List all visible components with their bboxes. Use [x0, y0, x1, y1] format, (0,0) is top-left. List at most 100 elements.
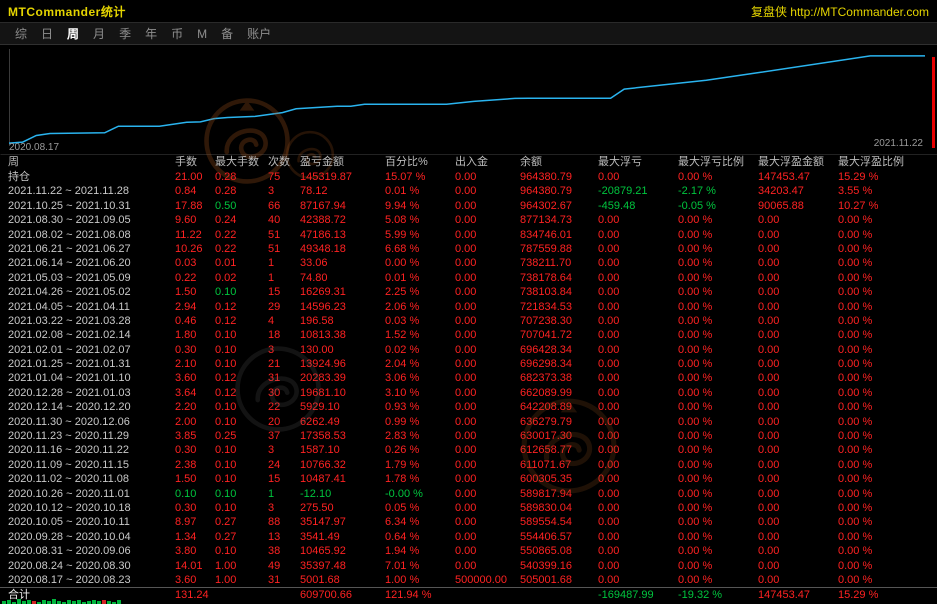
value-cell: 0.00 — [598, 443, 678, 457]
value-cell: 0.00 — [758, 573, 838, 587]
value-cell: 147453.47 — [758, 170, 838, 184]
table-row[interactable]: 2020.08.24 ~ 2020.08.3014.011.004935397.… — [0, 559, 937, 573]
value-cell: 0.00 % — [838, 386, 937, 400]
table-row[interactable]: 2021.08.02 ~ 2021.08.0811.220.225147186.… — [0, 228, 937, 242]
value-cell: 34203.47 — [758, 184, 838, 198]
period-cell: 2021.06.21 ~ 2021.06.27 — [8, 242, 175, 256]
value-cell: 0.00 — [455, 544, 520, 558]
value-cell: 3.64 — [175, 386, 215, 400]
value-cell: 38 — [268, 544, 300, 558]
chart-end-date: 2021.11.22 — [874, 138, 923, 149]
table-row[interactable]: 2020.08.17 ~ 2020.08.233.601.00315001.68… — [0, 573, 937, 587]
table-row[interactable]: 2021.05.03 ~ 2021.05.090.220.02174.800.0… — [0, 271, 937, 285]
table-row[interactable]: 2020.10.05 ~ 2020.10.118.970.278835147.9… — [0, 515, 937, 529]
value-cell: -0.00 % — [385, 487, 455, 501]
value-cell: 707238.30 — [520, 314, 598, 328]
table-row[interactable]: 2021.10.25 ~ 2021.10.3117.880.506687167.… — [0, 199, 937, 213]
table-body: 持仓21.000.2875145319.8715.07 %0.00964380.… — [0, 170, 937, 587]
value-cell: 0.00 % — [678, 371, 758, 385]
period-cell: 2020.08.17 ~ 2020.08.23 — [8, 573, 175, 587]
value-cell: 0.00 % — [678, 573, 758, 587]
table-row[interactable]: 2021.03.22 ~ 2021.03.280.460.124196.580.… — [0, 314, 937, 328]
value-cell: 1.00 — [215, 559, 268, 573]
menu-item-季[interactable]: 季 — [112, 23, 138, 44]
brand-link[interactable]: 复盘侠 http://MTCommander.com — [751, 3, 929, 20]
value-cell: 0.00 — [598, 400, 678, 414]
menu-item-周[interactable]: 周 — [60, 23, 86, 44]
value-cell: 0.00 % — [678, 300, 758, 314]
period-cell: 2021.04.05 ~ 2021.04.11 — [8, 300, 175, 314]
table-row[interactable]: 2021.11.22 ~ 2021.11.280.840.28378.120.0… — [0, 184, 937, 198]
table-row[interactable]: 2021.01.25 ~ 2021.01.312.100.102113924.9… — [0, 357, 937, 371]
value-cell: 0.00 % — [838, 573, 937, 587]
menu-item-M[interactable]: M — [190, 25, 214, 43]
table-row[interactable]: 2020.08.31 ~ 2020.09.063.800.103810465.9… — [0, 544, 937, 558]
table-row[interactable]: 2020.12.14 ~ 2020.12.202.200.10225929.10… — [0, 400, 937, 414]
table-row[interactable]: 持仓21.000.2875145319.8715.07 %0.00964380.… — [0, 170, 937, 184]
table-row[interactable]: 2021.02.01 ~ 2021.02.070.300.103130.000.… — [0, 343, 937, 357]
value-cell: 131.24 — [175, 588, 215, 603]
table-row[interactable]: 2021.04.05 ~ 2021.04.112.940.122914596.2… — [0, 300, 937, 314]
value-cell: 0.00 — [455, 170, 520, 184]
table-row[interactable]: 2020.11.16 ~ 2020.11.220.300.1031587.100… — [0, 443, 937, 457]
value-cell: 4 — [268, 314, 300, 328]
table-row[interactable]: 2021.04.26 ~ 2021.05.021.500.101516269.3… — [0, 285, 937, 299]
value-cell: 0.00 — [758, 213, 838, 227]
table-row[interactable]: 2020.11.09 ~ 2020.11.152.380.102410766.3… — [0, 458, 937, 472]
value-cell: 78.12 — [300, 184, 385, 198]
period-cell: 2020.11.30 ~ 2020.12.06 — [8, 415, 175, 429]
table-row[interactable]: 2021.02.08 ~ 2021.02.141.800.101810813.3… — [0, 328, 937, 342]
menu-item-综[interactable]: 综 — [8, 23, 34, 44]
period-cell: 2021.10.25 ~ 2021.10.31 — [8, 199, 175, 213]
value-cell: 0.00 % — [838, 371, 937, 385]
value-cell: 0.00 — [455, 443, 520, 457]
menu-item-年[interactable]: 年 — [138, 23, 164, 44]
value-cell: -12.10 — [300, 487, 385, 501]
table-row[interactable]: 2021.08.30 ~ 2021.09.059.600.244042388.7… — [0, 213, 937, 227]
value-cell: 13 — [268, 530, 300, 544]
value-cell: 1 — [268, 256, 300, 270]
value-cell: 0.10 — [215, 458, 268, 472]
menu-item-日[interactable]: 日 — [34, 23, 60, 44]
value-cell: 21 — [268, 357, 300, 371]
value-cell: 0.00 — [598, 300, 678, 314]
value-cell: 0.00 — [598, 515, 678, 529]
value-cell: 37 — [268, 429, 300, 443]
value-cell: 630017.30 — [520, 429, 598, 443]
value-cell: 0.00 % — [385, 256, 455, 270]
value-cell: 3.60 — [175, 573, 215, 587]
table-row[interactable]: 2020.11.23 ~ 2020.11.293.850.253717358.5… — [0, 429, 937, 443]
app-title: MTCommander统计 — [8, 3, 126, 20]
value-cell: 21.00 — [175, 170, 215, 184]
value-cell: 0.00 % — [838, 530, 937, 544]
value-cell: 0.00 — [455, 371, 520, 385]
menu-item-备[interactable]: 备 — [214, 23, 240, 44]
table-row[interactable]: 2020.11.30 ~ 2020.12.062.000.10206262.49… — [0, 415, 937, 429]
menu-item-币[interactable]: 币 — [164, 23, 190, 44]
table-row[interactable]: 2020.09.28 ~ 2020.10.041.340.27133541.49… — [0, 530, 937, 544]
value-cell: 682373.38 — [520, 371, 598, 385]
value-cell: 0.02 — [215, 271, 268, 285]
value-cell: 1.94 % — [385, 544, 455, 558]
value-cell: 10.26 — [175, 242, 215, 256]
value-cell: 0.12 — [215, 386, 268, 400]
menu-item-账户[interactable]: 账户 — [240, 23, 278, 44]
value-cell: 0.00 — [455, 199, 520, 213]
table-row[interactable]: 2020.12.28 ~ 2021.01.033.640.123019681.1… — [0, 386, 937, 400]
table-row[interactable]: 2021.01.04 ~ 2021.01.103.600.123120283.3… — [0, 371, 937, 385]
value-cell: 0.00 — [455, 400, 520, 414]
value-cell: 877134.73 — [520, 213, 598, 227]
table-row[interactable]: 2021.06.14 ~ 2021.06.200.030.01133.060.0… — [0, 256, 937, 270]
table-row[interactable]: 2020.11.02 ~ 2020.11.081.500.101510487.4… — [0, 472, 937, 486]
value-cell: 0.00 — [758, 256, 838, 270]
table-row[interactable]: 2021.06.21 ~ 2021.06.2710.260.225149348.… — [0, 242, 937, 256]
table-row[interactable]: 2020.10.12 ~ 2020.10.180.300.103275.500.… — [0, 501, 937, 515]
value-cell: 738211.70 — [520, 256, 598, 270]
value-cell: 0.00 — [758, 530, 838, 544]
value-cell: 130.00 — [300, 343, 385, 357]
table-row[interactable]: 2020.10.26 ~ 2020.11.010.100.101-12.10-0… — [0, 487, 937, 501]
value-cell: 2.83 % — [385, 429, 455, 443]
menu-item-月[interactable]: 月 — [86, 23, 112, 44]
value-cell: 19681.10 — [300, 386, 385, 400]
column-header: 手数 — [175, 155, 215, 170]
